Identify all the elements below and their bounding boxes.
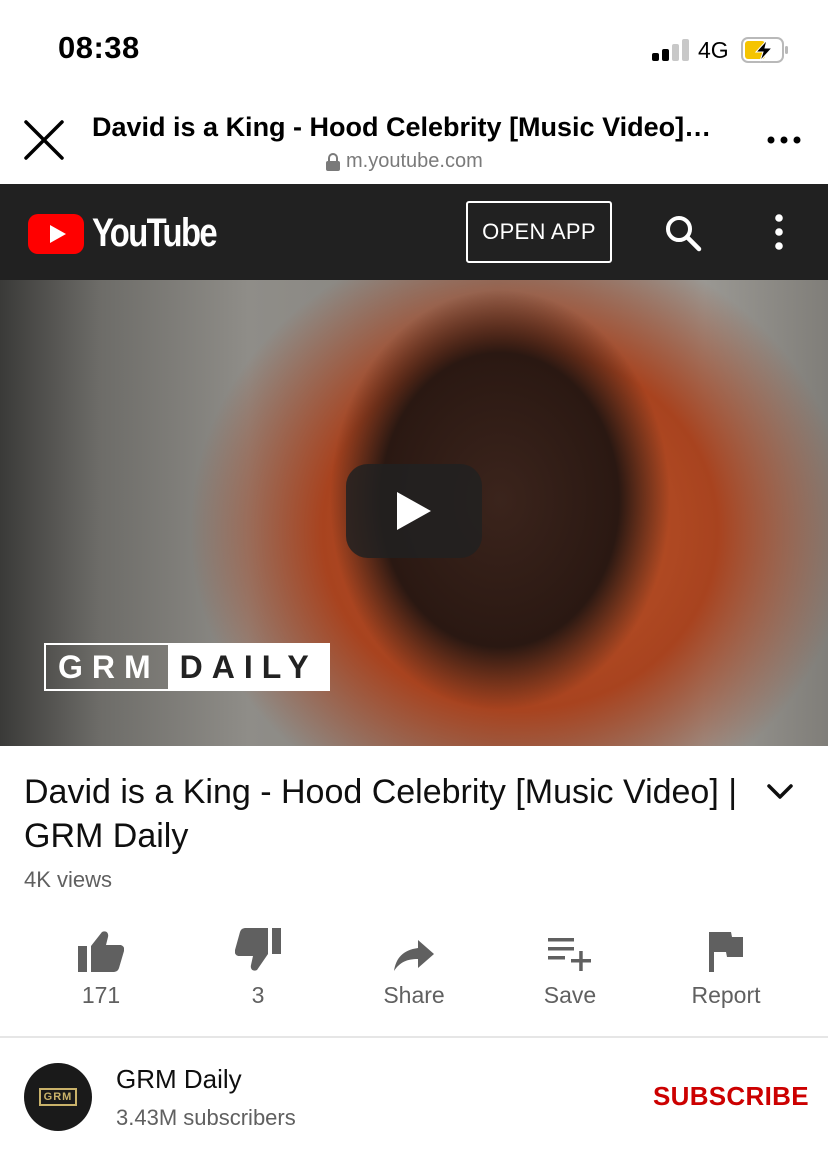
chevron-down-icon[interactable]	[766, 782, 794, 802]
url-display: m.youtube.com	[326, 150, 483, 173]
subscribe-button[interactable]: SUBSCRIBE	[653, 1081, 809, 1112]
video-title: David is a King - Hood Celebrity [Music …	[24, 773, 738, 855]
thumbs-up-icon	[78, 931, 124, 972]
close-icon[interactable]	[22, 118, 66, 162]
watermark-right: DAILY	[167, 645, 328, 689]
play-button[interactable]	[346, 464, 482, 558]
youtube-logo-icon	[28, 213, 84, 254]
page-title: David is a King - Hood Celebrity [Music …	[92, 112, 712, 142]
flag-icon	[709, 932, 743, 972]
save-label: Save	[543, 982, 597, 1008]
channel-row: GRM GRM Daily 3.43M subscribers SUBSCRIB…	[0, 1038, 828, 1152]
avatar-logo: GRM	[38, 1088, 78, 1106]
share-icon	[394, 940, 434, 971]
like-button[interactable]: 171	[23, 920, 179, 1009]
status-time: 08:38	[58, 30, 140, 65]
kebab-menu-icon[interactable]	[770, 214, 788, 250]
search-icon[interactable]	[664, 214, 702, 252]
youtube-logo[interactable]: YouTube	[28, 211, 243, 256]
share-label: Share	[383, 982, 445, 1008]
channel-name[interactable]: GRM Daily	[116, 1064, 242, 1095]
open-app-button[interactable]: OPEN APP	[466, 201, 612, 263]
action-bar: 171 3 Share Save Report	[0, 920, 828, 1030]
playlist-add-icon	[548, 938, 591, 971]
youtube-logo-text: YouTube	[92, 211, 218, 255]
save-button[interactable]: Save	[492, 920, 648, 1009]
status-bar: 08:38 4G	[0, 0, 828, 98]
like-count: 171	[81, 982, 121, 1008]
thumbs-down-icon	[235, 928, 281, 971]
dislike-count: 3	[251, 982, 265, 1008]
more-icon[interactable]	[766, 134, 802, 146]
browser-header: David is a King - Hood Celebrity [Music …	[0, 98, 828, 184]
report-label: Report	[691, 982, 761, 1008]
share-button[interactable]: Share	[336, 920, 492, 1009]
url-text: m.youtube.com	[346, 150, 483, 172]
channel-watermark: GRM DAILY	[44, 643, 330, 691]
view-count: 4K views	[24, 867, 113, 892]
watermark-left: GRM	[58, 648, 160, 685]
report-button[interactable]: Report	[648, 920, 804, 1009]
signal-icon	[652, 39, 690, 61]
lock-icon	[326, 152, 340, 171]
dislike-button[interactable]: 3	[180, 920, 336, 1009]
youtube-header: YouTube OPEN APP	[0, 184, 828, 280]
play-icon	[397, 492, 431, 530]
subscriber-count: 3.43M subscribers	[116, 1105, 296, 1130]
avatar[interactable]: GRM	[24, 1063, 92, 1131]
video-player[interactable]: GRM DAILY	[0, 280, 828, 746]
battery-charging-icon	[741, 37, 788, 63]
network-type: 4G	[698, 37, 729, 63]
